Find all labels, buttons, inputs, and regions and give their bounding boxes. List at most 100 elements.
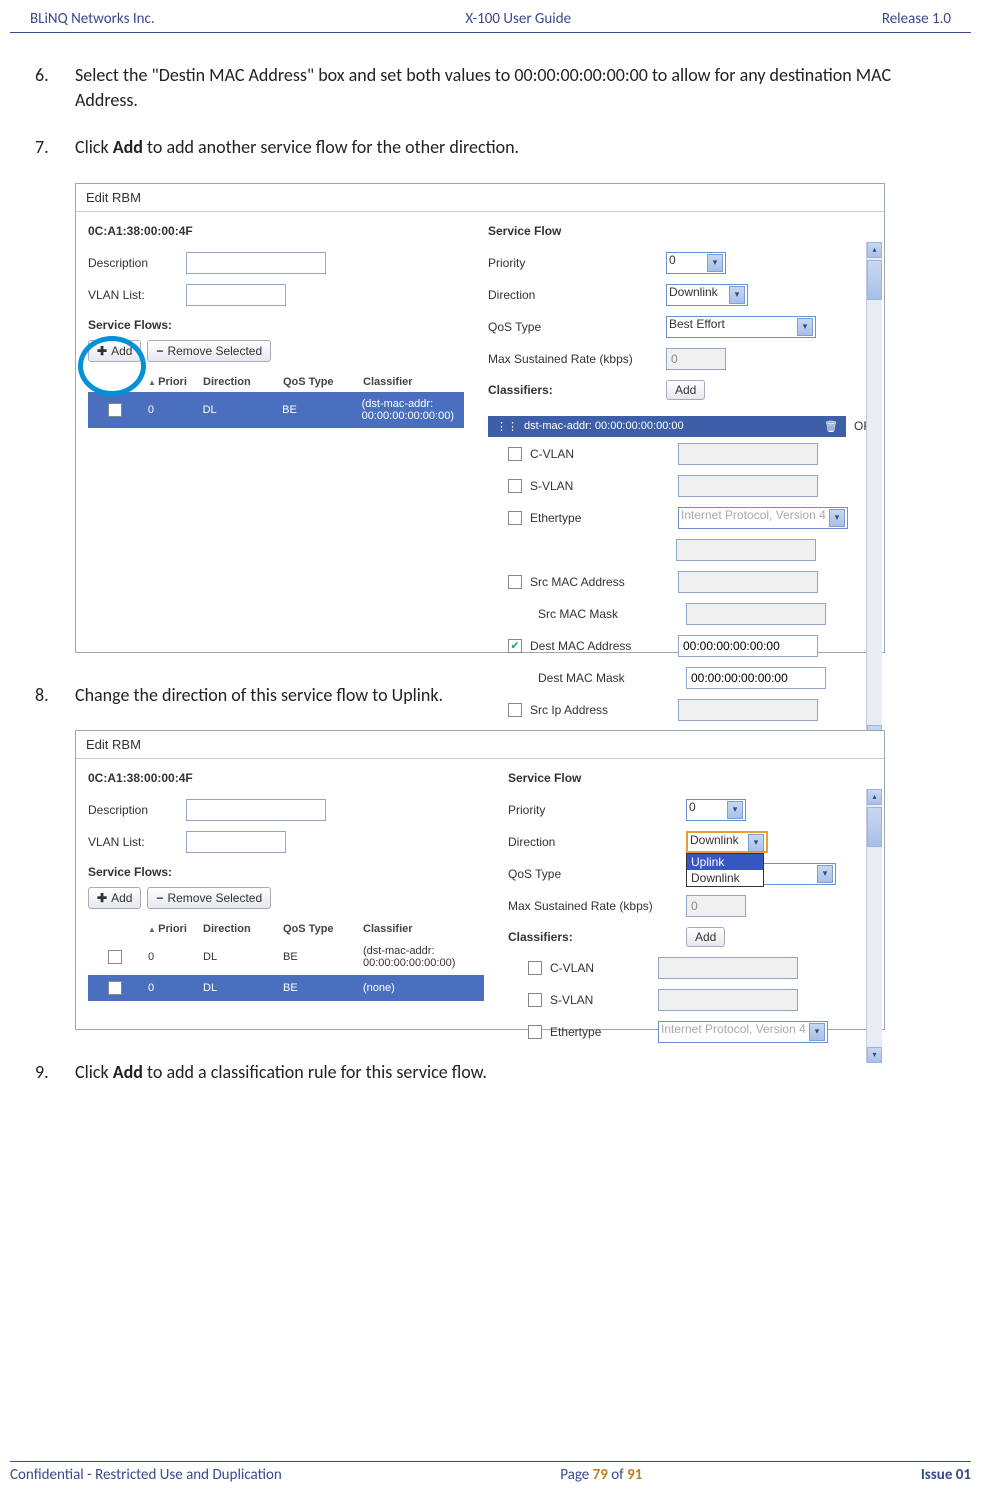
qos-select[interactable]: Best Effort▾ — [666, 316, 816, 338]
plus-icon: ✚ — [97, 344, 107, 358]
step-6: 6. Select the "Destin MAC Address" box a… — [25, 63, 956, 113]
classifier-add-button[interactable]: Add — [686, 927, 725, 947]
svlan-checkbox[interactable] — [528, 993, 542, 1007]
svlan-checkbox[interactable] — [508, 479, 522, 493]
rate-label: Max Sustained Rate (kbps) — [508, 899, 678, 913]
cvlan-input[interactable] — [658, 957, 798, 979]
step-9-text-c: to add a classification rule for this se… — [143, 1061, 487, 1083]
chevron-down-icon: ▾ — [729, 286, 745, 304]
add-button[interactable]: ✚Add — [88, 340, 141, 362]
row-checkbox[interactable] — [108, 981, 122, 995]
vlan-label: VLAN List: — [88, 288, 178, 302]
ethertype-checkbox[interactable] — [528, 1025, 542, 1039]
direction-select[interactable]: Downlink▾ — [686, 831, 768, 853]
scroll-up-icon[interactable]: ▴ — [867, 242, 882, 258]
ethertype-select[interactable]: Internet Protocol, Version 4▾ — [678, 507, 848, 529]
page-header: BLiNQ Networks Inc. X-100 User Guide Rel… — [10, 0, 971, 33]
add-button[interactable]: ✚Add — [88, 887, 141, 909]
col-direction[interactable]: Direction — [203, 376, 283, 388]
rate-input[interactable] — [666, 348, 726, 370]
cvlan-checkbox[interactable] — [508, 447, 522, 461]
chevron-down-icon: ▾ — [797, 318, 813, 336]
srcmask-input[interactable] — [686, 603, 826, 625]
vlan-input[interactable] — [186, 284, 286, 306]
rate-label: Max Sustained Rate (kbps) — [488, 352, 658, 366]
vlan-input[interactable] — [186, 831, 286, 853]
dstmac-checkbox[interactable]: ✔ — [508, 639, 522, 653]
service-flows-label: Service Flows: — [88, 318, 464, 332]
step-6-num: 6. — [35, 63, 49, 88]
page-content: 6. Select the "Destin MAC Address" box a… — [0, 33, 981, 1085]
minus-icon: − — [156, 891, 163, 905]
step-7-text-c: to add another service flow for the othe… — [143, 136, 519, 158]
row-checkbox[interactable] — [108, 403, 122, 417]
footer-left: Confidential - Restricted Use and Duplic… — [10, 1466, 282, 1484]
col-qos[interactable]: QoS Type — [283, 923, 363, 935]
service-flow-heading: Service Flow — [488, 224, 872, 238]
scroll-up-icon[interactable]: ▴ — [867, 789, 882, 805]
classifier-chip[interactable]: ⋮⋮ dst-mac-addr: 00:00:00:00:00:00 🗑 — [488, 416, 846, 437]
step-8-text: Change the direction of this service flo… — [75, 684, 443, 706]
service-flow-heading: Service Flow — [508, 771, 872, 785]
ethertype-select[interactable]: Internet Protocol, Version 4▾ — [658, 1021, 828, 1043]
cvlan-input[interactable] — [678, 443, 818, 465]
direction-select[interactable]: Downlink▾ — [666, 284, 748, 306]
option-downlink[interactable]: Downlink — [687, 870, 763, 886]
step-9: 9. Click Add to add a classification rul… — [25, 1060, 956, 1085]
chevron-down-icon: ▾ — [707, 254, 723, 272]
sf-table-header: Priori Direction QoS Type Classifier — [88, 919, 484, 939]
remove-selected-button[interactable]: −Remove Selected — [147, 340, 271, 362]
remove-selected-button[interactable]: −Remove Selected — [147, 887, 271, 909]
direction-label: Direction — [508, 835, 678, 849]
ethertype-checkbox[interactable] — [508, 511, 522, 525]
sf-row[interactable]: 0 DL BE (dst-mac-addr: 00:00:00:00:00:00… — [88, 939, 484, 975]
srcmac-checkbox[interactable] — [508, 575, 522, 589]
description-input[interactable] — [186, 799, 326, 821]
step-8: 8. Change the direction of this service … — [25, 683, 956, 708]
col-priority[interactable]: Priori — [148, 923, 203, 935]
header-center: X-100 User Guide — [465, 10, 571, 28]
vlan-label: VLAN List: — [88, 835, 178, 849]
cvlan-checkbox[interactable] — [528, 961, 542, 975]
priority-label: Priority — [508, 803, 678, 817]
col-qos[interactable]: QoS Type — [283, 376, 363, 388]
figure-1: Edit RBM 0C:A1:38:00:00:4F Description V… — [75, 183, 885, 653]
description-input[interactable] — [186, 252, 326, 274]
option-uplink[interactable]: Uplink — [687, 854, 763, 870]
mac-address-heading: 0C:A1:38:00:00:4F — [88, 771, 484, 785]
chevron-down-icon: ▾ — [748, 834, 764, 852]
trash-icon[interactable]: 🗑 — [824, 420, 838, 433]
sf-row-selected[interactable]: 0 DL BE (none) — [88, 975, 484, 1001]
scrollbar[interactable]: ▴ ▾ — [866, 242, 882, 741]
col-classifier[interactable]: Classifier — [363, 923, 454, 935]
page-footer: Confidential - Restricted Use and Duplic… — [10, 1461, 971, 1484]
scrollbar[interactable]: ▴ ▾ — [866, 789, 882, 1063]
scroll-thumb[interactable] — [867, 807, 882, 847]
scroll-thumb[interactable] — [867, 260, 882, 300]
dstmac-label: Dest MAC Address — [530, 639, 670, 653]
figure-2: Edit RBM 0C:A1:38:00:00:4F Description V… — [75, 730, 885, 1030]
svlan-label: S-VLAN — [530, 479, 670, 493]
qos-label: QoS Type — [508, 867, 678, 881]
ethertype-label: Ethertype — [530, 511, 670, 525]
rate-input[interactable] — [686, 895, 746, 917]
srcmac-input[interactable] — [678, 571, 818, 593]
dstmac-input[interactable] — [678, 635, 818, 657]
classifiers-label: Classifiers: — [508, 930, 678, 944]
direction-dropdown[interactable]: Uplink Downlink — [686, 853, 764, 887]
ethertype-extra-input[interactable] — [676, 539, 816, 561]
svlan-input[interactable] — [678, 475, 818, 497]
step-7-num: 7. — [35, 135, 49, 160]
col-classifier[interactable]: Classifier — [363, 376, 434, 388]
step-7-bold: Add — [113, 136, 143, 158]
srcmac-label: Src MAC Address — [530, 575, 670, 589]
minus-icon: − — [156, 344, 163, 358]
svlan-input[interactable] — [658, 989, 798, 1011]
priority-select[interactable]: 0▾ — [686, 799, 746, 821]
priority-select[interactable]: 0▾ — [666, 252, 726, 274]
col-direction[interactable]: Direction — [203, 923, 283, 935]
row-checkbox[interactable] — [108, 950, 122, 964]
classifier-add-button[interactable]: Add — [666, 380, 705, 400]
col-priority[interactable]: Priori — [148, 376, 203, 388]
sf-row-selected[interactable]: 0 DL BE (dst-mac-addr: 00:00:00:00:00:00… — [88, 392, 464, 428]
